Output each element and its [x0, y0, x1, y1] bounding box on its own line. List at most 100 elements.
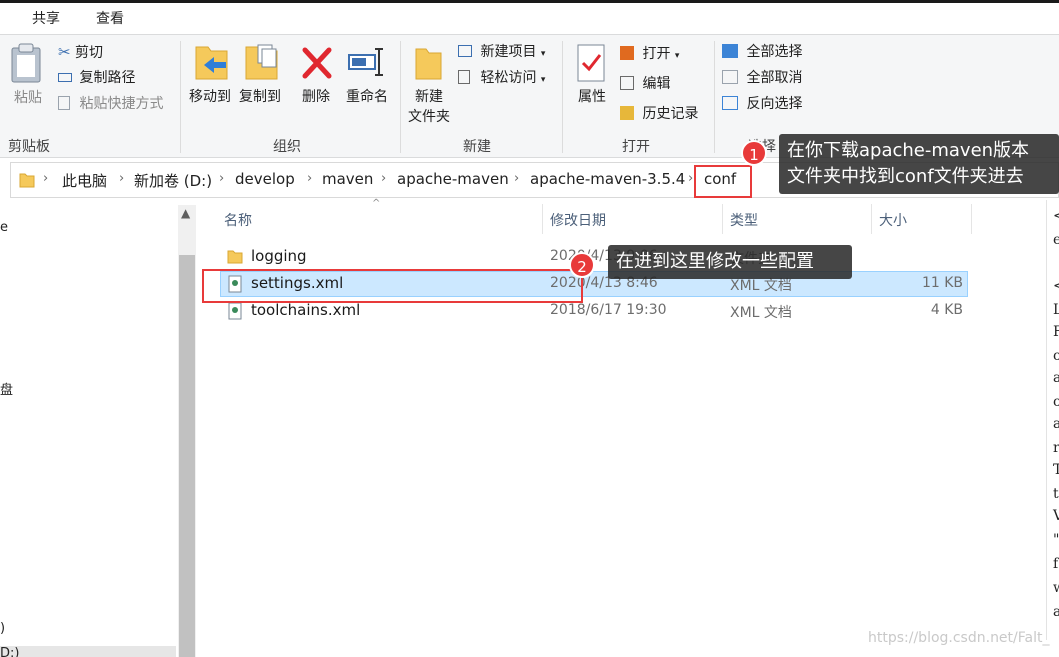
select-all-label: 全部选择 — [746, 44, 803, 60]
rename-icon — [348, 48, 383, 76]
paste-shortcut-icon — [58, 96, 70, 110]
nav-item-fragment[interactable]: e — [0, 220, 8, 235]
copy-to-label: 复制到 — [239, 89, 281, 105]
invert-selection-icon — [722, 96, 738, 110]
preview-text-char: " — [1053, 532, 1059, 548]
chevron-right-icon: › — [688, 171, 694, 186]
paste-label: 粘贴 — [14, 90, 42, 106]
select-none-button[interactable]: 全部取消 — [722, 67, 802, 89]
scissors-icon: ✂ — [58, 43, 71, 61]
preview-text-char: a — [1053, 416, 1059, 432]
file-size: 4 KB — [930, 302, 963, 318]
ribbon-separator — [562, 41, 563, 153]
file-name: logging — [251, 247, 307, 265]
open-button[interactable]: 打开 ▾ — [620, 43, 679, 65]
preview-text-char: T — [1053, 462, 1059, 478]
annotation-highlight-settings — [202, 269, 583, 303]
properties-label: 属性 — [578, 89, 606, 105]
select-all-button[interactable]: 全部选择 — [722, 41, 802, 63]
copy-path-label: 复制路径 — [79, 70, 136, 86]
nav-item-fragment[interactable]: 盘 — [0, 379, 13, 398]
select-none-label: 全部取消 — [746, 70, 803, 86]
breadcrumb-this-pc[interactable]: 此电脑 — [62, 170, 107, 191]
column-header-modified[interactable]: 修改日期 — [550, 210, 606, 230]
preview-text-char: e — [1053, 232, 1059, 248]
history-label: 历史记录 — [642, 106, 699, 122]
column-divider[interactable] — [722, 204, 723, 234]
delete-icon — [302, 47, 332, 79]
preview-text-char: a — [1053, 604, 1059, 620]
copy-to-icon — [245, 44, 278, 80]
scroll-up-arrow-icon[interactable]: ▲ — [181, 206, 190, 220]
preview-text-char: L — [1053, 302, 1059, 318]
invert-selection-button[interactable]: 反向选择 — [722, 93, 802, 115]
breadcrumb-drive-d[interactable]: 新加卷 (D:) — [134, 170, 212, 191]
tab-view[interactable]: 查看 — [96, 8, 124, 28]
preview-text-char: r — [1053, 440, 1059, 456]
menu-tab-bar: 共享 查看 — [0, 0, 1059, 34]
breadcrumb-maven[interactable]: maven — [322, 170, 373, 188]
tooltip-1-line-2: 文件夹中找到conf文件夹进去 — [787, 166, 1024, 187]
column-header-name[interactable]: 名称 — [224, 210, 252, 230]
history-button[interactable]: 历史记录 — [620, 103, 698, 125]
watermark: https://blog.csdn.net/Falt_ — [868, 630, 1050, 646]
file-type: XML 文档 — [730, 305, 792, 321]
select-all-icon — [722, 44, 738, 58]
open-icon — [620, 46, 634, 60]
chevron-down-icon: ▾ — [674, 51, 680, 61]
file-modified: 2018/6/17 19:30 — [550, 302, 667, 318]
properties-icon — [577, 44, 605, 82]
new-item-button[interactable]: 新建项目 ▾ — [458, 41, 545, 63]
nav-scrollbar-thumb[interactable] — [179, 255, 195, 657]
preview-text-char: o — [1053, 394, 1059, 410]
nav-item-fragment[interactable]: ) — [0, 621, 5, 636]
new-folder-label-2: 文件夹 — [408, 109, 450, 125]
organize-group-label: 组织 — [273, 139, 301, 155]
breadcrumb-apache-maven-version[interactable]: apache-maven-3.5.4 — [530, 170, 685, 188]
tab-share[interactable]: 共享 — [32, 8, 60, 28]
paste-shortcut-button[interactable]: 粘贴快捷方式 — [58, 93, 163, 115]
select-none-icon — [722, 70, 738, 84]
annotation-tooltip-2: 在进到这里修改一些配置 — [608, 245, 852, 279]
preview-text-char: F — [1053, 324, 1059, 340]
easy-access-icon — [458, 70, 470, 84]
annotation-tooltip-1: 在你下载apache-maven版本 文件夹中找到conf文件夹进去 — [779, 134, 1059, 194]
cut-button[interactable]: ✂ 剪切 — [58, 41, 103, 63]
paste-shortcut-label: 粘贴快捷方式 — [79, 96, 164, 112]
ribbon-separator — [180, 41, 181, 153]
chevron-right-icon: › — [514, 171, 520, 186]
chevron-down-icon: ▾ — [540, 75, 546, 85]
edit-icon — [620, 76, 634, 90]
annotation-badge-2: 2 — [569, 252, 595, 278]
breadcrumb-develop[interactable]: develop — [235, 170, 295, 188]
preview-text-char: t — [1053, 486, 1059, 502]
file-name: toolchains.xml — [251, 301, 361, 319]
easy-access-label: 轻松访问 — [480, 70, 537, 86]
column-divider[interactable] — [871, 204, 872, 234]
preview-text-char: < — [1053, 208, 1059, 224]
chevron-right-icon: › — [119, 171, 125, 186]
clipboard-icon — [11, 43, 41, 83]
delete-label: 删除 — [302, 89, 330, 105]
nav-item-selected[interactable]: D:) — [0, 646, 176, 657]
cut-label: 剪切 — [75, 45, 104, 61]
xml-file-icon — [228, 302, 242, 320]
easy-access-button[interactable]: 轻松访问 ▾ — [458, 67, 545, 89]
chevron-down-icon: ▾ — [540, 49, 546, 59]
breadcrumb-apache-maven[interactable]: apache-maven — [397, 170, 509, 188]
column-header-size[interactable]: 大小 — [879, 210, 907, 230]
column-divider[interactable] — [542, 204, 543, 234]
edit-button[interactable]: 编辑 — [620, 73, 670, 95]
folder-icon — [227, 250, 243, 264]
tooltip-1-line-1: 在你下载apache-maven版本 — [787, 140, 1030, 161]
column-header-type[interactable]: 类型 — [730, 210, 758, 230]
open-label: 打开 — [642, 46, 671, 62]
ribbon-separator — [400, 41, 401, 153]
new-item-icon — [458, 45, 472, 57]
copy-path-button[interactable]: 复制路径 — [58, 67, 135, 89]
chevron-right-icon: › — [219, 171, 225, 186]
move-to-label: 移动到 — [189, 89, 231, 105]
column-divider[interactable] — [971, 204, 972, 234]
preview-text-char: w — [1053, 580, 1059, 596]
sort-ascending-icon: ^ — [372, 198, 381, 209]
